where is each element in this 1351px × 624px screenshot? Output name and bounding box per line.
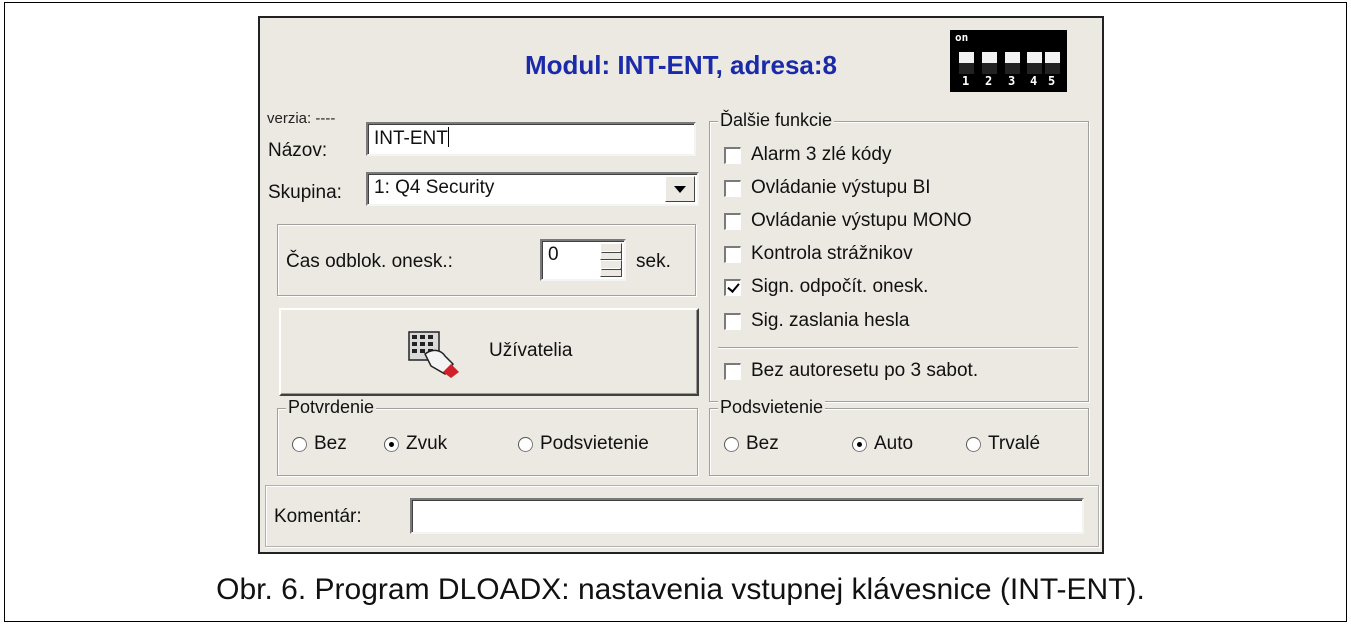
group-select-value: 1: Q4 Security [374, 177, 495, 198]
radio-label: Bez [746, 433, 779, 454]
radio-button-selected[interactable] [852, 436, 867, 452]
checkbox-output-bi[interactable]: Ovládanie výstupu BI [724, 177, 931, 199]
chevron-down-icon [674, 185, 686, 193]
checkbox-guard-control[interactable]: Kontrola strážnikov [724, 243, 913, 265]
checkbox[interactable] [724, 212, 741, 230]
functions-legend: Ďalšie funkcie [718, 110, 835, 131]
checkbox[interactable] [724, 312, 741, 330]
radio-label: Podsvietenie [540, 433, 649, 454]
arrow-up-icon [601, 250, 621, 253]
backlight-option-auto[interactable]: Auto [852, 433, 913, 455]
radio-button[interactable] [966, 436, 981, 452]
spin-down-button[interactable] [600, 260, 622, 277]
backlight-option-trvale[interactable]: Trvalé [966, 433, 1040, 455]
radio-button[interactable] [724, 436, 739, 452]
radio-button[interactable] [292, 436, 307, 452]
delay-group: Čas odblok. onesk.: 0 sek. [277, 224, 696, 296]
delay-unit: sek. [636, 251, 671, 272]
checkbox-label: Sig. zaslania hesla [751, 310, 910, 331]
dip-switch-1 [959, 52, 974, 74]
confirmation-legend: Potvrdenie [286, 397, 377, 418]
comment-label: Komentár: [274, 506, 362, 527]
backlight-group: Podsvietenie Bez Auto Trvalé [709, 397, 1089, 476]
checkbox-alarm-3-bad-codes[interactable]: Alarm 3 zlé kódy [724, 144, 891, 166]
arrow-down-icon [601, 267, 621, 270]
comment-input[interactable] [410, 498, 1084, 534]
radio-button-selected[interactable] [384, 436, 399, 452]
checkbox-signal-countdown[interactable]: Sign. odpočít. onesk. [724, 276, 928, 298]
checkbox-output-mono[interactable]: Ovládanie výstupu MONO [724, 210, 972, 232]
figure-frame: Modul: INT-ENT, adresa:8 verzia: ---- on… [4, 2, 1347, 622]
checkbox-label: Alarm 3 zlé kódy [751, 144, 892, 165]
delay-label: Čas odblok. onesk.: [286, 251, 453, 272]
checkbox-label: Ovládanie výstupu BI [751, 177, 931, 198]
checkbox-label: Sign. odpočít. onesk. [751, 276, 929, 297]
delay-spinner[interactable]: 0 [540, 239, 626, 281]
radio-label: Zvuk [406, 433, 448, 454]
keypad-hand-icon [408, 331, 459, 378]
backlight-option-bez[interactable]: Bez [724, 433, 779, 455]
group-select[interactable]: 1: Q4 Security [366, 172, 699, 206]
group-dropdown-button[interactable] [665, 176, 695, 202]
dip-number: 4 [1030, 74, 1038, 88]
name-label: Názov: [268, 140, 328, 161]
checkbox-label: Kontrola strážnikov [751, 243, 913, 264]
confirmation-option-zvuk[interactable]: Zvuk [384, 433, 447, 455]
radio-label: Auto [874, 433, 914, 454]
dip-switch-on-label: on [955, 31, 969, 44]
figure-caption: Obr. 6. Program DLOADX: nastavenia vstup… [216, 573, 1145, 606]
separator [718, 347, 1078, 349]
confirmation-option-bez[interactable]: Bez [292, 433, 347, 455]
users-button-label: Užívatelia [489, 340, 573, 361]
radio-label: Trvalé [988, 433, 1041, 454]
radio-button[interactable] [518, 436, 533, 452]
checkbox[interactable] [724, 245, 741, 263]
dip-number: 2 [985, 74, 993, 88]
dip-switch-3 [1005, 52, 1020, 74]
users-button[interactable]: Užívatelia [279, 308, 699, 396]
spin-up-button[interactable] [600, 243, 622, 260]
functions-group: Ďalšie funkcie Alarm 3 zlé kódy Ovládani… [709, 110, 1089, 402]
name-input[interactable]: INT-ENT [366, 122, 696, 156]
radio-label: Bez [314, 433, 347, 454]
checkbox-no-autoreset[interactable]: Bez autoresetu po 3 sabot. [724, 360, 978, 382]
name-value: INT-ENT [374, 128, 448, 149]
dip-number: 5 [1048, 74, 1056, 88]
delay-value: 0 [548, 244, 559, 265]
checkbox-checked[interactable] [724, 278, 741, 296]
dip-switch-2 [982, 52, 997, 74]
checkbox[interactable] [724, 179, 741, 197]
comment-panel: Komentár: [265, 485, 1099, 547]
checkbox-password-send-signal[interactable]: Sig. zaslania hesla [724, 310, 909, 332]
checkbox[interactable] [724, 362, 741, 380]
dip-number: 3 [1008, 74, 1016, 88]
confirmation-option-podsvietenie[interactable]: Podsvietenie [518, 433, 649, 455]
dip-switch-icon: on 1 2 3 4 5 [950, 30, 1067, 92]
dip-switch-4 [1027, 52, 1042, 74]
backlight-legend: Podsvietenie [718, 397, 826, 418]
module-settings-dialog: Modul: INT-ENT, adresa:8 verzia: ---- on… [258, 16, 1104, 554]
checkbox-label: Ovládanie výstupu MONO [751, 210, 972, 231]
confirmation-group: Potvrdenie Bez Zvuk Podsvietenie [277, 397, 698, 476]
group-label: Skupina: [268, 182, 342, 203]
checkbox[interactable] [724, 146, 741, 164]
dip-number: 1 [962, 74, 970, 88]
version-label: verzia: ---- [267, 110, 336, 127]
dip-switch-5 [1045, 52, 1060, 74]
checkbox-label: Bez autoresetu po 3 sabot. [751, 360, 979, 381]
